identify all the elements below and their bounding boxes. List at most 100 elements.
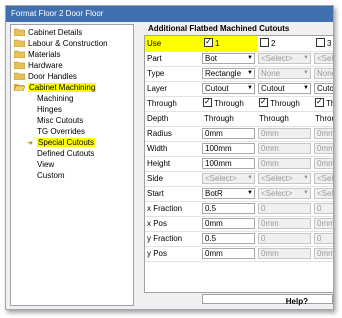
type-select-1[interactable]: Rectangle ▼ <box>202 68 255 79</box>
type-select-3[interactable]: None <box>314 68 333 79</box>
sidebar-item-cabinet-details[interactable]: Cabinet Details <box>14 27 82 38</box>
folder-icon <box>14 50 25 58</box>
x-pos-input-1[interactable]: 0mm <box>202 218 255 229</box>
height-input-2[interactable]: 0mm <box>258 158 311 169</box>
sidebar-item-label: Labour & Construction <box>28 39 108 48</box>
sidebar-item-label: Materials <box>28 50 61 59</box>
x-fraction-input-1[interactable]: 0.5 <box>202 203 255 214</box>
sidebar-item-label: Special Cutouts <box>37 138 96 147</box>
sidebar-item-materials[interactable]: Materials <box>14 49 60 60</box>
height-input-1[interactable]: 100mm <box>202 158 255 169</box>
part-select-3[interactable]: <Select> <box>314 53 333 64</box>
sidebar-item-labour-construction[interactable]: Labour & Construction <box>14 38 108 49</box>
y-fraction-input-2[interactable]: 0 <box>258 233 311 244</box>
row-label: y Fraction <box>147 234 183 243</box>
folder-icon <box>14 61 25 69</box>
sidebar-item-door-handles[interactable]: Door Handles <box>14 71 77 82</box>
y-pos-input-2[interactable]: 0mm <box>258 248 311 259</box>
row-label: Use <box>147 39 162 48</box>
x-pos-input-3[interactable]: 0mm <box>314 218 333 229</box>
sidebar-item-hardware[interactable]: Hardware <box>14 60 63 71</box>
sidebar-item-defined-cutouts[interactable]: Defined Cutouts <box>37 148 94 159</box>
sidebar-item-machining[interactable]: Machining <box>37 93 73 104</box>
checkbox-checked-icon <box>203 96 212 107</box>
row-side: Side <Select>▼ <Select>▼ <Sele <box>145 171 333 187</box>
row-label: Part <box>147 54 162 63</box>
layer-select-1[interactable]: Cutout ▼ <box>202 83 255 94</box>
start-select-2[interactable]: <Select> ▼ <box>258 188 311 199</box>
open-folder-icon <box>14 84 25 91</box>
use-checkbox-2[interactable]: 2 <box>260 38 275 49</box>
radius-input-3[interactable]: 0mm <box>314 128 333 139</box>
side-select-3[interactable]: <Sele <box>314 173 333 184</box>
dropdown-arrow-icon: ▼ <box>247 70 253 76</box>
dropdown-arrow-icon: ▼ <box>247 85 253 91</box>
y-pos-input-3[interactable]: 0mm <box>314 248 333 259</box>
side-select-2[interactable]: <Select> ▼ <box>258 173 311 184</box>
y-pos-input-1[interactable]: 0mm <box>202 248 255 259</box>
row-label: Depth <box>147 114 169 123</box>
part-select-2[interactable]: <Select> ▼ <box>258 53 311 64</box>
start-select-3[interactable]: <Sele <box>314 188 333 199</box>
sidebar-item-label: TG Overrides <box>37 127 86 136</box>
use-checkbox-1[interactable]: 1 <box>204 36 219 49</box>
row-label: Layer <box>147 84 168 93</box>
row-width: Width 100mm 0mm 0mm <box>145 141 333 157</box>
type-select-2[interactable]: None ▼ <box>258 68 311 79</box>
sidebar-item-misc-cutouts[interactable]: Misc Cutouts <box>37 115 83 126</box>
depth-value-1: Through <box>204 114 234 123</box>
height-input-3[interactable]: 0mm <box>314 158 333 169</box>
sidebar-item-cabinet-machining[interactable]: Cabinet Machining <box>14 82 97 93</box>
sidebar-item-tg-overrides[interactable]: TG Overrides <box>37 126 85 137</box>
layer-select-3[interactable]: Cutout <box>314 83 333 94</box>
row-radius: Radius 0mm 0mm 0mm <box>145 126 333 142</box>
sidebar-item-label: Defined Cutouts <box>37 149 95 158</box>
dropdown-arrow-icon: ▼ <box>303 175 309 181</box>
row-y-pos: y Pos 0mm 0mm 0mm <box>145 246 333 262</box>
sidebar-item-label: Cabinet Machining <box>28 83 97 92</box>
layer-select-2[interactable]: Cutout ▼ <box>258 83 311 94</box>
row-depth: Depth Through Through Throu <box>145 111 333 127</box>
checkbox-checked-icon <box>259 96 268 107</box>
radius-input-1[interactable]: 0mm <box>202 128 255 139</box>
part-select-1[interactable]: Bot ▼ <box>202 53 255 64</box>
x-fraction-input-3[interactable]: 0 <box>314 203 333 214</box>
row-x-pos: x Pos 0mm 0mm 0mm <box>145 216 333 232</box>
row-x-fraction: x Fraction 0.5 0 0 <box>145 201 333 217</box>
y-fraction-input-3[interactable]: 0 <box>314 233 333 244</box>
x-pos-input-2[interactable]: 0mm <box>258 218 311 229</box>
help-button[interactable]: Help? <box>274 296 308 307</box>
dropdown-arrow-icon: ▼ <box>303 55 309 61</box>
sidebar-item-label: Cabinet Details <box>28 28 83 37</box>
dropdown-arrow-icon: ▼ <box>247 175 253 181</box>
sidebar-item-label: Door Handles <box>28 72 77 81</box>
through-checkbox-1[interactable]: Through <box>203 96 244 109</box>
width-input-2[interactable]: 0mm <box>258 143 311 154</box>
sidebar-item-view[interactable]: View <box>37 159 54 170</box>
row-layer: Layer Cutout▼ Cutout▼ Cutout <box>145 81 333 97</box>
dropdown-arrow-icon: ▼ <box>303 190 309 196</box>
row-through: Through Through Through Th <box>145 96 333 112</box>
radius-input-2[interactable]: 0mm <box>258 128 311 139</box>
row-label: Width <box>147 144 168 153</box>
folder-icon <box>14 28 25 36</box>
sidebar-item-special-cutouts[interactable]: ➜ Special Cutouts <box>27 137 96 148</box>
x-fraction-input-2[interactable]: 0 <box>258 203 311 214</box>
row-label: x Fraction <box>147 204 183 213</box>
y-fraction-input-1[interactable]: 0.5 <box>202 233 255 244</box>
width-input-3[interactable]: 0mm <box>314 143 333 154</box>
cutouts-grid: Use 1 2 3 Part Bot▼ <Select>▼ <Select> T… <box>144 35 333 293</box>
through-checkbox-3[interactable]: Th <box>315 96 333 109</box>
through-checkbox-2[interactable]: Through <box>259 96 300 109</box>
start-select-1[interactable]: BotR ▼ <box>202 188 255 199</box>
sidebar-item-hinges[interactable]: Hinges <box>37 104 62 115</box>
row-use: Use 1 2 3 <box>145 36 333 52</box>
dropdown-arrow-icon: ▼ <box>247 190 253 196</box>
use-checkbox-3[interactable]: 3 <box>316 38 331 49</box>
width-input-1[interactable]: 100mm <box>202 143 255 154</box>
side-select-1[interactable]: <Select> ▼ <box>202 173 255 184</box>
sidebar-item-label: Hinges <box>37 105 62 114</box>
sidebar-item-label: Hardware <box>28 61 63 70</box>
sidebar-item-custom[interactable]: Custom <box>37 170 65 181</box>
format-window: Format Floor 2 Door Floor Cabinet Detail… <box>5 5 334 310</box>
